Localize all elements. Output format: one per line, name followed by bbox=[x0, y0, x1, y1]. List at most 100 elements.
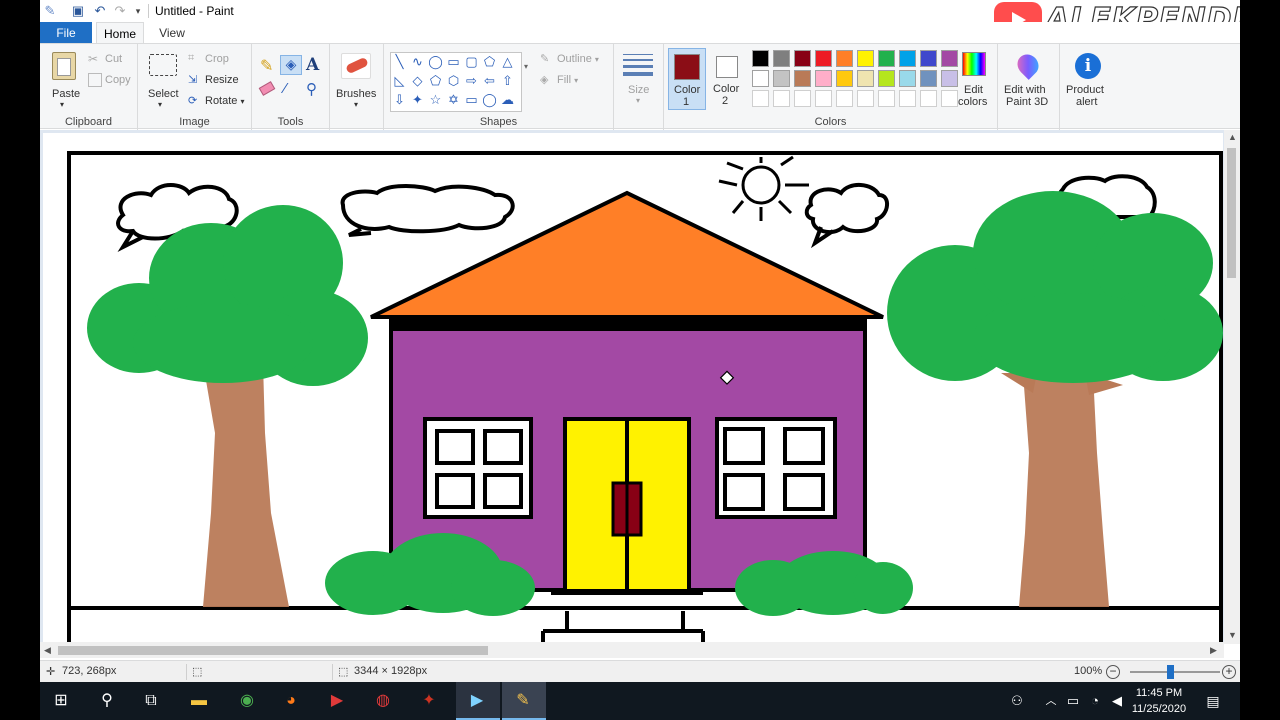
scroll-right-icon[interactable]: ▶ bbox=[1210, 645, 1217, 656]
scroll-up-icon[interactable]: ▲ bbox=[1228, 132, 1237, 142]
select-button[interactable]: Select ▾ bbox=[146, 48, 180, 110]
notifications-icon[interactable]: ▤ bbox=[1202, 690, 1224, 712]
rotate-button[interactable]: ⟳ Rotate ▾ bbox=[188, 94, 245, 108]
custom-color-slot[interactable] bbox=[815, 90, 832, 107]
chrome-icon[interactable]: ◉ bbox=[236, 690, 258, 712]
battery-icon[interactable]: ▭ bbox=[1062, 690, 1084, 712]
vertical-scroll-thumb[interactable] bbox=[1227, 148, 1236, 278]
palette-swatch[interactable] bbox=[773, 70, 790, 87]
palette-swatch[interactable] bbox=[899, 50, 916, 67]
palette-swatch[interactable] bbox=[815, 70, 832, 87]
custom-color-slot[interactable] bbox=[752, 90, 769, 107]
magnifier-icon[interactable]: ⚲ bbox=[306, 80, 317, 98]
video-editor-icon[interactable]: ▶ bbox=[466, 690, 488, 712]
diamond-shape-icon[interactable]: ◇ bbox=[410, 73, 425, 88]
drawing-canvas[interactable] bbox=[43, 133, 1223, 644]
paint-app-icon[interactable]: ✎ bbox=[42, 3, 58, 19]
triangle-shape-icon[interactable]: △ bbox=[500, 54, 515, 69]
left-arrow-shape-icon[interactable]: ⇦ bbox=[482, 73, 497, 88]
edit-with-paint3d-button[interactable]: Edit with Paint 3D bbox=[1000, 48, 1058, 110]
scroll-down-icon[interactable]: ▼ bbox=[1228, 630, 1237, 640]
zoom-slider-thumb[interactable] bbox=[1167, 665, 1174, 679]
palette-swatch[interactable] bbox=[857, 50, 874, 67]
file-explorer-icon[interactable]: ▬ bbox=[188, 690, 210, 712]
palette-swatch[interactable] bbox=[794, 70, 811, 87]
six-point-star-shape-icon[interactable]: ✡ bbox=[446, 92, 461, 107]
zoom-out-icon[interactable]: − bbox=[1106, 665, 1120, 679]
palette-swatch[interactable] bbox=[836, 70, 853, 87]
color1-button[interactable]: Color 1 bbox=[668, 48, 706, 110]
show-hidden-icons-icon[interactable]: ︿ bbox=[1040, 690, 1062, 712]
custom-color-slot[interactable] bbox=[857, 90, 874, 107]
palette-swatch[interactable] bbox=[878, 50, 895, 67]
hexagon-shape-icon[interactable]: ⬡ bbox=[446, 73, 461, 88]
network-icon[interactable]: ◔ bbox=[1084, 690, 1106, 712]
custom-color-slot[interactable] bbox=[920, 90, 937, 107]
palette-swatch[interactable] bbox=[857, 70, 874, 87]
zoom-slider[interactable] bbox=[1130, 671, 1220, 673]
outline-button[interactable]: ✎ Outline ▾ bbox=[540, 52, 599, 66]
pencil-icon[interactable]: ✎ bbox=[260, 56, 273, 76]
fill-bucket-icon[interactable]: ◈ bbox=[280, 55, 302, 75]
crop-button[interactable]: ⌗ Crop bbox=[188, 52, 229, 66]
clock[interactable]: 11:45 PM 11/25/2020 bbox=[1118, 685, 1200, 717]
palette-swatch[interactable] bbox=[773, 50, 790, 67]
windows-start-icon[interactable]: ⊞ bbox=[50, 690, 72, 712]
vertical-scrollbar[interactable]: ▲ ▼ bbox=[1224, 130, 1240, 644]
custom-color-slot[interactable] bbox=[899, 90, 916, 107]
palette-swatch[interactable] bbox=[752, 50, 769, 67]
palette-swatch[interactable] bbox=[752, 70, 769, 87]
select-dropdown-icon[interactable]: ▾ bbox=[158, 100, 162, 109]
horizontal-scroll-thumb[interactable] bbox=[58, 646, 488, 655]
five-point-star-shape-icon[interactable]: ☆ bbox=[428, 92, 443, 107]
callout-rectangle-shape-icon[interactable]: ▭ bbox=[464, 92, 479, 107]
size-button[interactable]: Size ▾ bbox=[620, 50, 658, 110]
custom-color-slot[interactable] bbox=[878, 90, 895, 107]
paste-dropdown-icon[interactable]: ▾ bbox=[60, 100, 64, 109]
palette-swatch[interactable] bbox=[794, 50, 811, 67]
product-alert-button[interactable]: i Product alert bbox=[1062, 48, 1114, 110]
edit-colors-button[interactable]: Edit colors bbox=[954, 48, 996, 110]
pentagon-shape-icon[interactable]: ⬠ bbox=[428, 73, 443, 88]
save-icon[interactable]: ▣ bbox=[70, 3, 86, 19]
curve-shape-icon[interactable]: ∿ bbox=[410, 54, 425, 69]
shapes-gallery[interactable]: ╲ ∿ ◯ ▭ ▢ ⬠ △ ◺ ◇ ⬠ ⬡ ⇨ ⇦ ⇧ ⇩ ✦ ☆ ✡ ▭ ◯ bbox=[390, 52, 522, 112]
fill-button[interactable]: ◈ Fill ▾ bbox=[540, 73, 578, 87]
resize-button[interactable]: ⇲ Resize bbox=[188, 73, 239, 87]
shapes-scroll-icon[interactable]: ▾ bbox=[524, 62, 528, 71]
horizontal-scrollbar[interactable]: ◀ ▶ bbox=[40, 642, 1224, 658]
line-shape-icon[interactable]: ╲ bbox=[392, 54, 407, 69]
right-arrow-shape-icon[interactable]: ⇨ bbox=[464, 73, 479, 88]
polygon-shape-icon[interactable]: ⬠ bbox=[482, 54, 497, 69]
customize-quick-access-icon[interactable]: ▾ bbox=[130, 3, 146, 19]
four-point-star-shape-icon[interactable]: ✦ bbox=[410, 92, 425, 107]
paint-taskbar-icon[interactable]: ✎ bbox=[512, 690, 534, 712]
firefox-icon[interactable]: ◕ bbox=[280, 690, 302, 712]
undo-icon[interactable]: ↶ bbox=[92, 3, 108, 19]
custom-color-slot[interactable] bbox=[836, 90, 853, 107]
custom-color-slot[interactable] bbox=[773, 90, 790, 107]
up-arrow-shape-icon[interactable]: ⇧ bbox=[500, 73, 515, 88]
oval-shape-icon[interactable]: ◯ bbox=[428, 54, 443, 69]
eraser-icon[interactable] bbox=[258, 81, 276, 96]
color2-button[interactable]: Color 2 bbox=[708, 48, 746, 110]
media-app-icon[interactable]: ▶ bbox=[326, 690, 348, 712]
scroll-left-icon[interactable]: ◀ bbox=[44, 645, 51, 656]
palette-swatch[interactable] bbox=[920, 50, 937, 67]
paste-button[interactable]: Paste ▾ bbox=[46, 48, 82, 109]
palette-swatch[interactable] bbox=[815, 50, 832, 67]
down-arrow-shape-icon[interactable]: ⇩ bbox=[392, 92, 407, 107]
rounded-rectangle-shape-icon[interactable]: ▢ bbox=[464, 54, 479, 69]
tab-view[interactable]: View bbox=[152, 22, 192, 44]
callout-cloud-shape-icon[interactable]: ☁ bbox=[500, 92, 515, 107]
people-icon[interactable]: ⚇ bbox=[1006, 690, 1028, 712]
custom-color-slot[interactable] bbox=[794, 90, 811, 107]
search-icon[interactable]: ⚲ bbox=[96, 690, 118, 712]
text-tool-icon[interactable]: A bbox=[306, 55, 319, 75]
color-picker-icon[interactable]: ⁄ bbox=[284, 80, 287, 97]
rectangle-shape-icon[interactable]: ▭ bbox=[446, 54, 461, 69]
brushes-button[interactable]: Brushes ▾ bbox=[334, 48, 380, 110]
editor-app-icon[interactable]: ✦ bbox=[418, 690, 440, 712]
recorder-app-icon[interactable]: ◍ bbox=[372, 690, 394, 712]
palette-swatch[interactable] bbox=[836, 50, 853, 67]
